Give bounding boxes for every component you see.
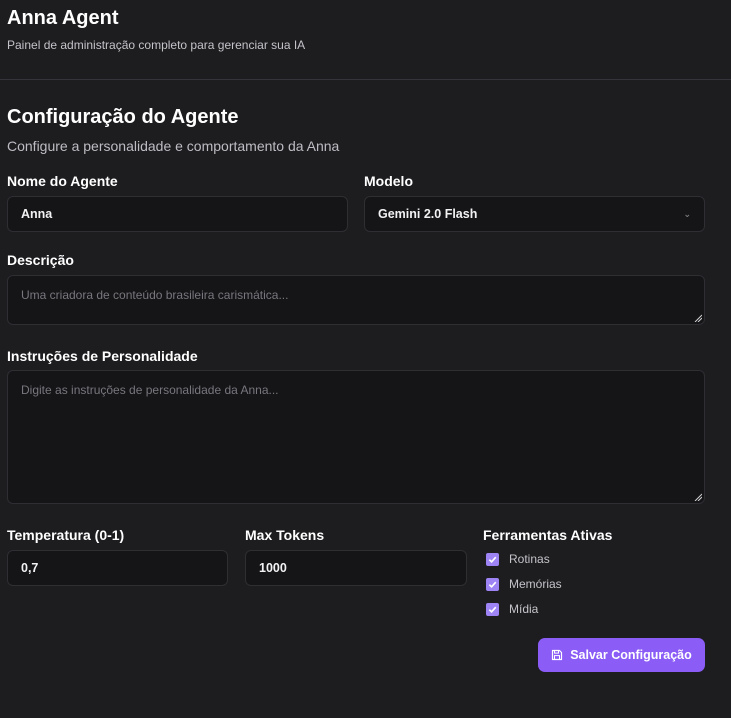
app-title: Anna Agent: [7, 7, 119, 29]
personality-label: Instruções de Personalidade: [7, 348, 198, 364]
page-header: Anna Agent Painel de administração compl…: [0, 0, 731, 80]
personality-textarea[interactable]: [7, 370, 705, 504]
checkbox-memorias[interactable]: [486, 577, 499, 591]
temperature-label: Temperatura (0-1): [7, 527, 125, 543]
tools-label: Ferramentas Ativas: [483, 527, 613, 543]
agent-name-label: Nome do Agente: [7, 173, 118, 189]
description-label: Descrição: [7, 252, 74, 268]
tool-option-rotinas[interactable]: Rotinas: [486, 551, 550, 567]
description-textarea[interactable]: [7, 275, 705, 325]
save-config-button[interactable]: Salvar Configuração: [538, 638, 705, 672]
chevron-down-icon: ⌄: [683, 208, 691, 219]
tool-option-midia[interactable]: Mídia: [486, 601, 538, 617]
resize-grip-icon[interactable]: [694, 314, 702, 322]
checkbox-midia[interactable]: [486, 602, 499, 616]
tool-label: Mídia: [509, 602, 539, 616]
check-icon: [488, 606, 497, 613]
floppy-disk-icon: [551, 649, 563, 661]
section-title: Configuração do Agente: [7, 106, 239, 128]
model-label: Modelo: [364, 173, 413, 189]
app-subtitle: Painel de administração completo para ge…: [7, 38, 306, 52]
description-field-wrapper: [7, 275, 705, 325]
section-subtitle: Configure a personalidade e comportament…: [7, 138, 340, 154]
model-select[interactable]: Gemini 2.0 Flash ⌄: [364, 196, 705, 232]
save-button-label: Salvar Configuração: [570, 648, 692, 662]
tool-option-memorias[interactable]: Memórias: [486, 576, 562, 592]
temperature-input[interactable]: [7, 550, 228, 586]
max-tokens-label: Max Tokens: [245, 527, 325, 543]
tool-label: Rotinas: [509, 552, 550, 566]
check-icon: [488, 556, 497, 563]
check-icon: [488, 581, 497, 588]
model-select-value: Gemini 2.0 Flash: [378, 207, 478, 221]
personality-field-wrapper: [7, 370, 705, 504]
tool-label: Memórias: [509, 577, 562, 591]
max-tokens-input[interactable]: [245, 550, 467, 586]
resize-grip-icon[interactable]: [694, 493, 702, 501]
agent-name-input[interactable]: [7, 196, 348, 232]
checkbox-rotinas[interactable]: [486, 552, 499, 566]
